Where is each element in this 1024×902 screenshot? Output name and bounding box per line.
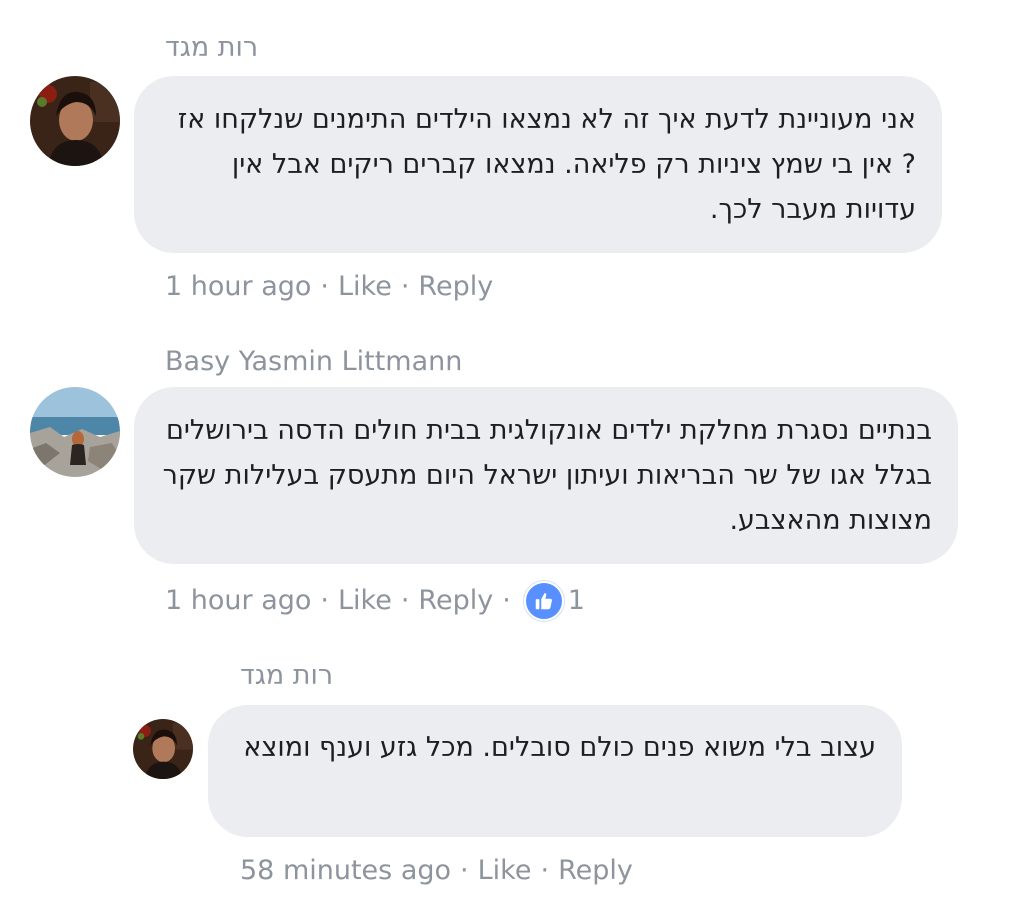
comment-text: בנתיים נסגרת מחלקת ילדים אונקולגית בבית … (162, 415, 932, 536)
comment-text: עצוב בלי משוא פנים כולם סובלים. מכל גזע … (243, 732, 876, 763)
comment-thread: רות מגד אני מעוניינת לדעת איך זה לא נמצא… (0, 0, 1024, 902)
seaside-rocks-avatar[interactable] (30, 387, 120, 477)
like-button[interactable]: Like (338, 270, 392, 304)
reaction-summary[interactable]: 1 (523, 581, 585, 621)
comment-actions: 1 hour ago · Like · Reply · 1 (165, 581, 585, 621)
avatar-image (30, 387, 120, 477)
separator: · (540, 855, 550, 886)
separator: · (502, 585, 511, 616)
comment-actions: 58 minutes ago · Like · Reply (240, 854, 633, 888)
reply-button[interactable]: Reply (418, 270, 493, 304)
avatar-image (133, 719, 193, 779)
comment-author[interactable]: רות מגד (240, 659, 333, 693)
separator: · (320, 271, 329, 302)
comment-text: אני מעוניינת לדעת איך זה לא נמצאו הילדים… (177, 104, 916, 225)
comment-timestamp[interactable]: 1 hour ago (165, 270, 311, 304)
separator: · (320, 585, 329, 616)
separator: · (400, 271, 410, 302)
comment-bubble: בנתיים נסגרת מחלקת ילדים אונקולגית בבית … (134, 387, 958, 564)
separator: · (400, 585, 410, 616)
comment-timestamp[interactable]: 58 minutes ago (240, 854, 451, 888)
reply-button[interactable]: Reply (558, 854, 633, 888)
comment-timestamp[interactable]: 1 hour ago (165, 584, 311, 618)
woman-portrait-avatar[interactable] (133, 719, 193, 779)
comment-author[interactable]: רות מגד (165, 31, 258, 65)
thumbs-up-icon (523, 581, 564, 621)
woman-portrait-avatar[interactable] (30, 76, 120, 166)
like-button[interactable]: Like (478, 854, 532, 888)
like-button[interactable]: Like (338, 584, 392, 618)
comment-bubble: אני מעוניינת לדעת איך זה לא נמצאו הילדים… (134, 76, 942, 253)
reaction-count: 1 (567, 585, 585, 616)
separator: · (460, 855, 469, 886)
avatar-image (30, 76, 120, 166)
reply-button[interactable]: Reply (418, 584, 493, 618)
comment-actions: 1 hour ago · Like · Reply (165, 270, 493, 304)
comment-author[interactable]: Basy Yasmin Littmann (165, 345, 462, 379)
comment-bubble: עצוב בלי משוא פנים כולם סובלים. מכל גזע … (208, 705, 902, 837)
